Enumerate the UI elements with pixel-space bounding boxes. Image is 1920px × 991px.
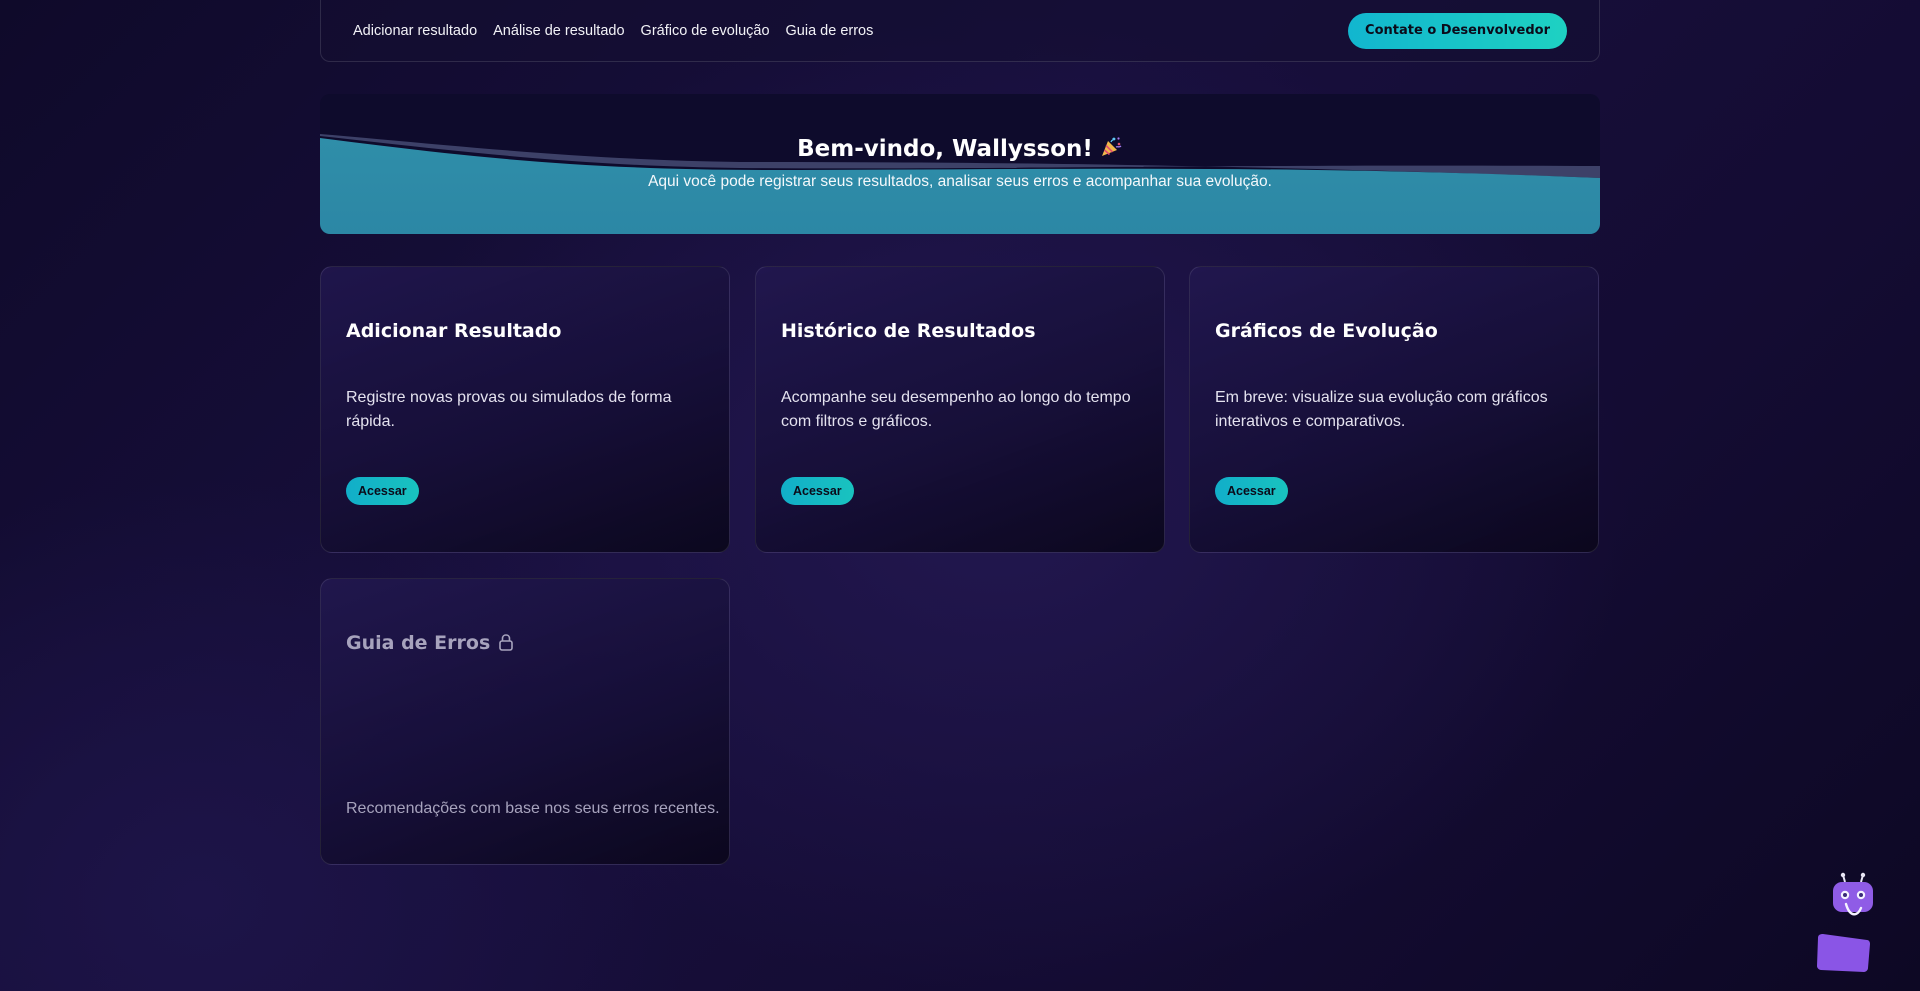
access-button[interactable]: Acessar bbox=[1215, 477, 1288, 505]
welcome-subtitle: Aqui você pode registrar seus resultados… bbox=[648, 173, 1272, 190]
card-historico-de-resultados: Histórico de Resultados Acompanhe seu de… bbox=[755, 266, 1165, 553]
nav-link-grafico-de-evolucao[interactable]: Gráfico de evolução bbox=[641, 23, 770, 39]
access-button[interactable]: Acessar bbox=[346, 477, 419, 505]
card-adicionar-resultado: Adicionar Resultado Registre novas prova… bbox=[320, 266, 730, 553]
party-popper-icon bbox=[1099, 135, 1123, 165]
card-title: Histórico de Resultados bbox=[781, 320, 1036, 342]
welcome-banner: Bem-vindo, Wallysson! Aqui você pode reg… bbox=[320, 94, 1600, 234]
welcome-title: Bem-vindo, Wallysson! bbox=[320, 135, 1600, 165]
nav-link-guia-de-erros[interactable]: Guia de erros bbox=[786, 23, 874, 39]
card-graficos-de-evolucao: Gráficos de Evolução Em breve: visualize… bbox=[1189, 266, 1599, 553]
card-title: Guia de Erros bbox=[346, 632, 514, 656]
access-button[interactable]: Acessar bbox=[781, 477, 854, 505]
card-title: Gráficos de Evolução bbox=[1215, 320, 1438, 342]
card-description: Recomendações com base nos seus erros re… bbox=[346, 800, 720, 817]
robot-icon[interactable] bbox=[1829, 872, 1877, 924]
nav-links: Adicionar resultado Análise de resultado… bbox=[353, 23, 873, 39]
contact-developer-button[interactable]: Contate o Desenvolvedor bbox=[1348, 12, 1567, 49]
top-navbar: Adicionar resultado Análise de resultado… bbox=[320, 0, 1600, 62]
card-description: Em breve: visualize sua evolução com grá… bbox=[1215, 389, 1548, 430]
card-guia-de-erros: Guia de Erros Recomendações com base nos… bbox=[320, 578, 730, 865]
card-description: Acompanhe seu desempenho ao longo do tem… bbox=[781, 389, 1131, 430]
lock-icon bbox=[498, 633, 514, 656]
card-description: Registre novas provas ou simulados de fo… bbox=[346, 389, 672, 430]
robot-body-icon[interactable] bbox=[1815, 930, 1871, 978]
nav-link-analise-de-resultado[interactable]: Análise de resultado bbox=[493, 23, 624, 39]
nav-link-adicionar-resultado[interactable]: Adicionar resultado bbox=[353, 23, 477, 39]
card-title: Adicionar Resultado bbox=[346, 320, 562, 342]
